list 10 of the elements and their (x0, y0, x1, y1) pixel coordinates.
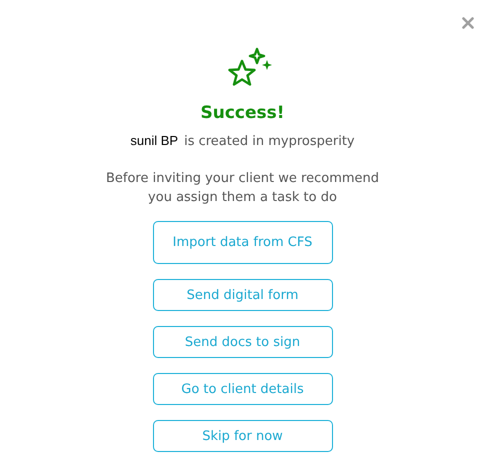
recommendation-text: Before inviting your client we recommend you assign them a task to do (104, 170, 380, 207)
close-icon[interactable] (462, 17, 474, 29)
created-text: is created in myprosperity (184, 134, 355, 149)
action-button[interactable]: Skip for now (152, 420, 332, 452)
action-button[interactable]: Import data from CFS (152, 221, 332, 264)
success-title: Success! (200, 103, 285, 123)
client-name: sunil BP (130, 133, 178, 148)
action-button[interactable]: Send docs to sign (152, 326, 332, 358)
action-button[interactable]: Go to client details (152, 373, 332, 405)
action-button[interactable]: Send digital form (152, 279, 332, 311)
